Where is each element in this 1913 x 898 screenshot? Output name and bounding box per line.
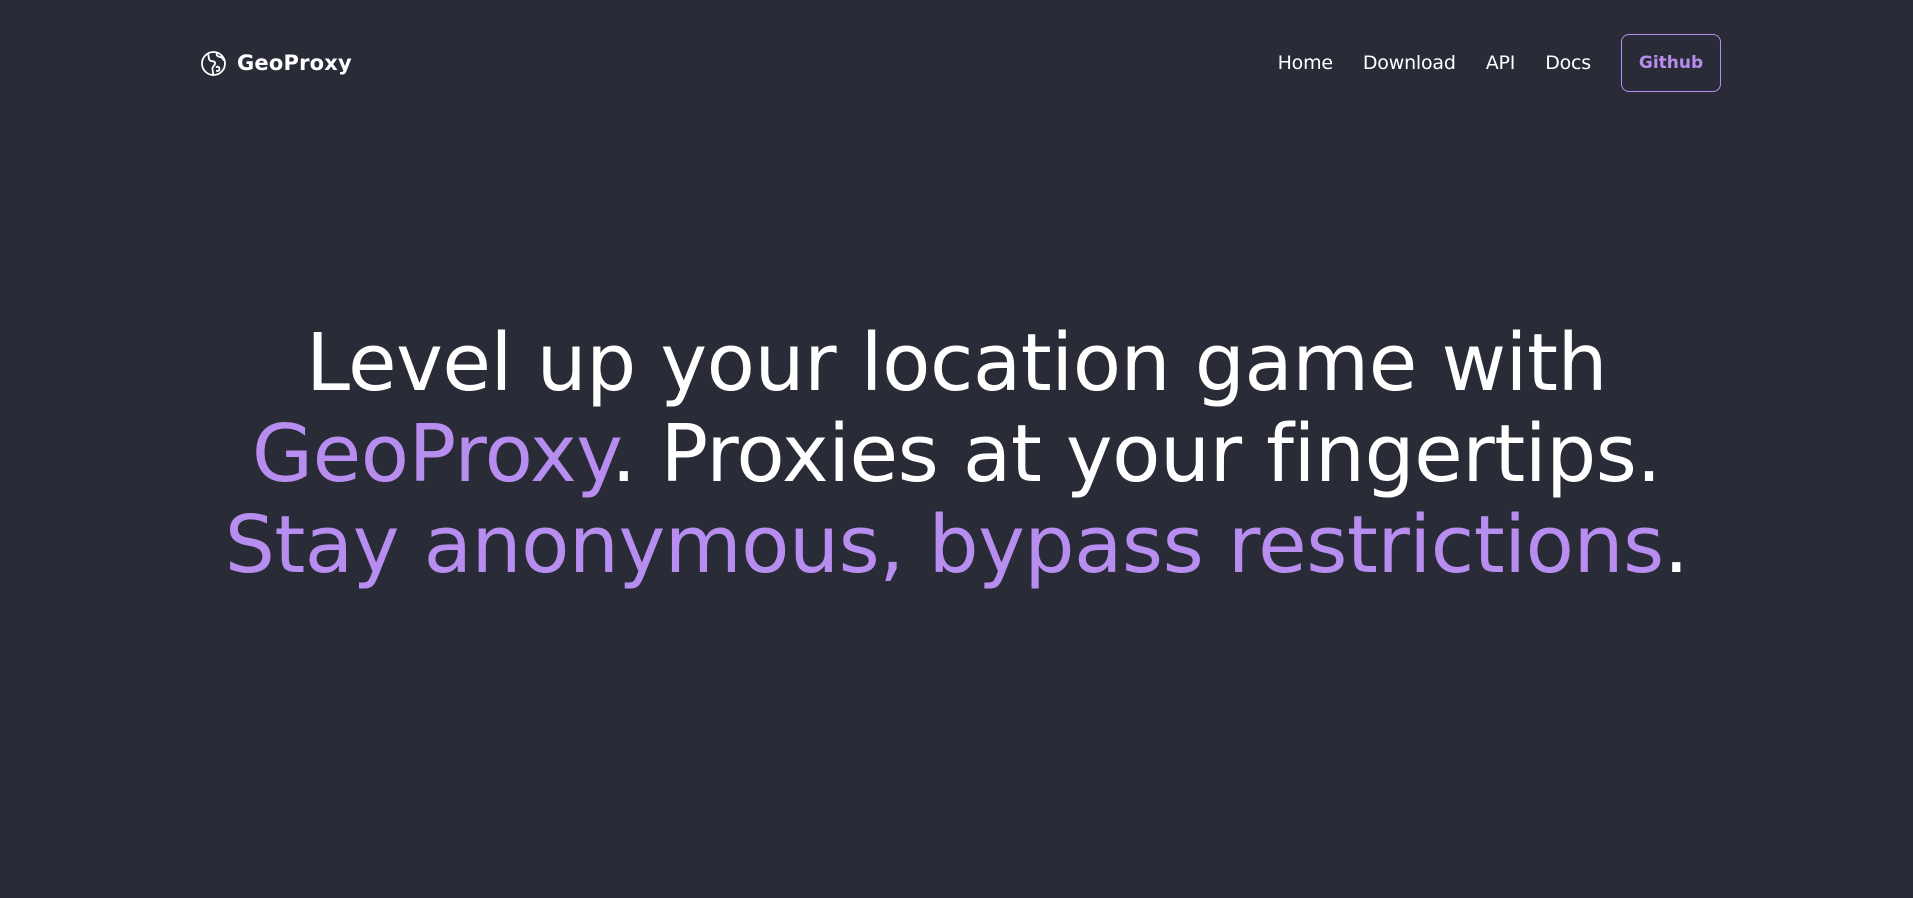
page: GeoProxy Home Download API Docs Github L… — [0, 0, 1913, 898]
hero-accent-segment: GeoProxy — [251, 408, 612, 500]
nav-link-api[interactable]: API — [1486, 52, 1516, 74]
brand-logo-link[interactable]: GeoProxy — [200, 50, 352, 77]
nav-links: Home Download API Docs Github — [1278, 34, 1721, 92]
hero-text-segment: . — [1663, 499, 1689, 591]
hero-section: Level up your location game with GeoProx… — [0, 318, 1913, 591]
brand-name: GeoProxy — [237, 51, 352, 75]
hero-text-segment: . Proxies at your fingertips. — [611, 408, 1662, 500]
navbar: GeoProxy Home Download API Docs Github — [200, 33, 1721, 93]
nav-link-download[interactable]: Download — [1363, 52, 1456, 74]
nav-link-home[interactable]: Home — [1278, 52, 1334, 74]
hero-text-segment: Level up your location game with — [305, 317, 1608, 409]
globe-icon — [200, 50, 227, 77]
hero-heading: Level up your location game with GeoProx… — [187, 318, 1727, 591]
hero-accent-segment: Stay anonymous, bypass restrictions — [224, 499, 1665, 591]
nav-link-docs[interactable]: Docs — [1545, 52, 1591, 74]
github-button[interactable]: Github — [1621, 34, 1721, 92]
